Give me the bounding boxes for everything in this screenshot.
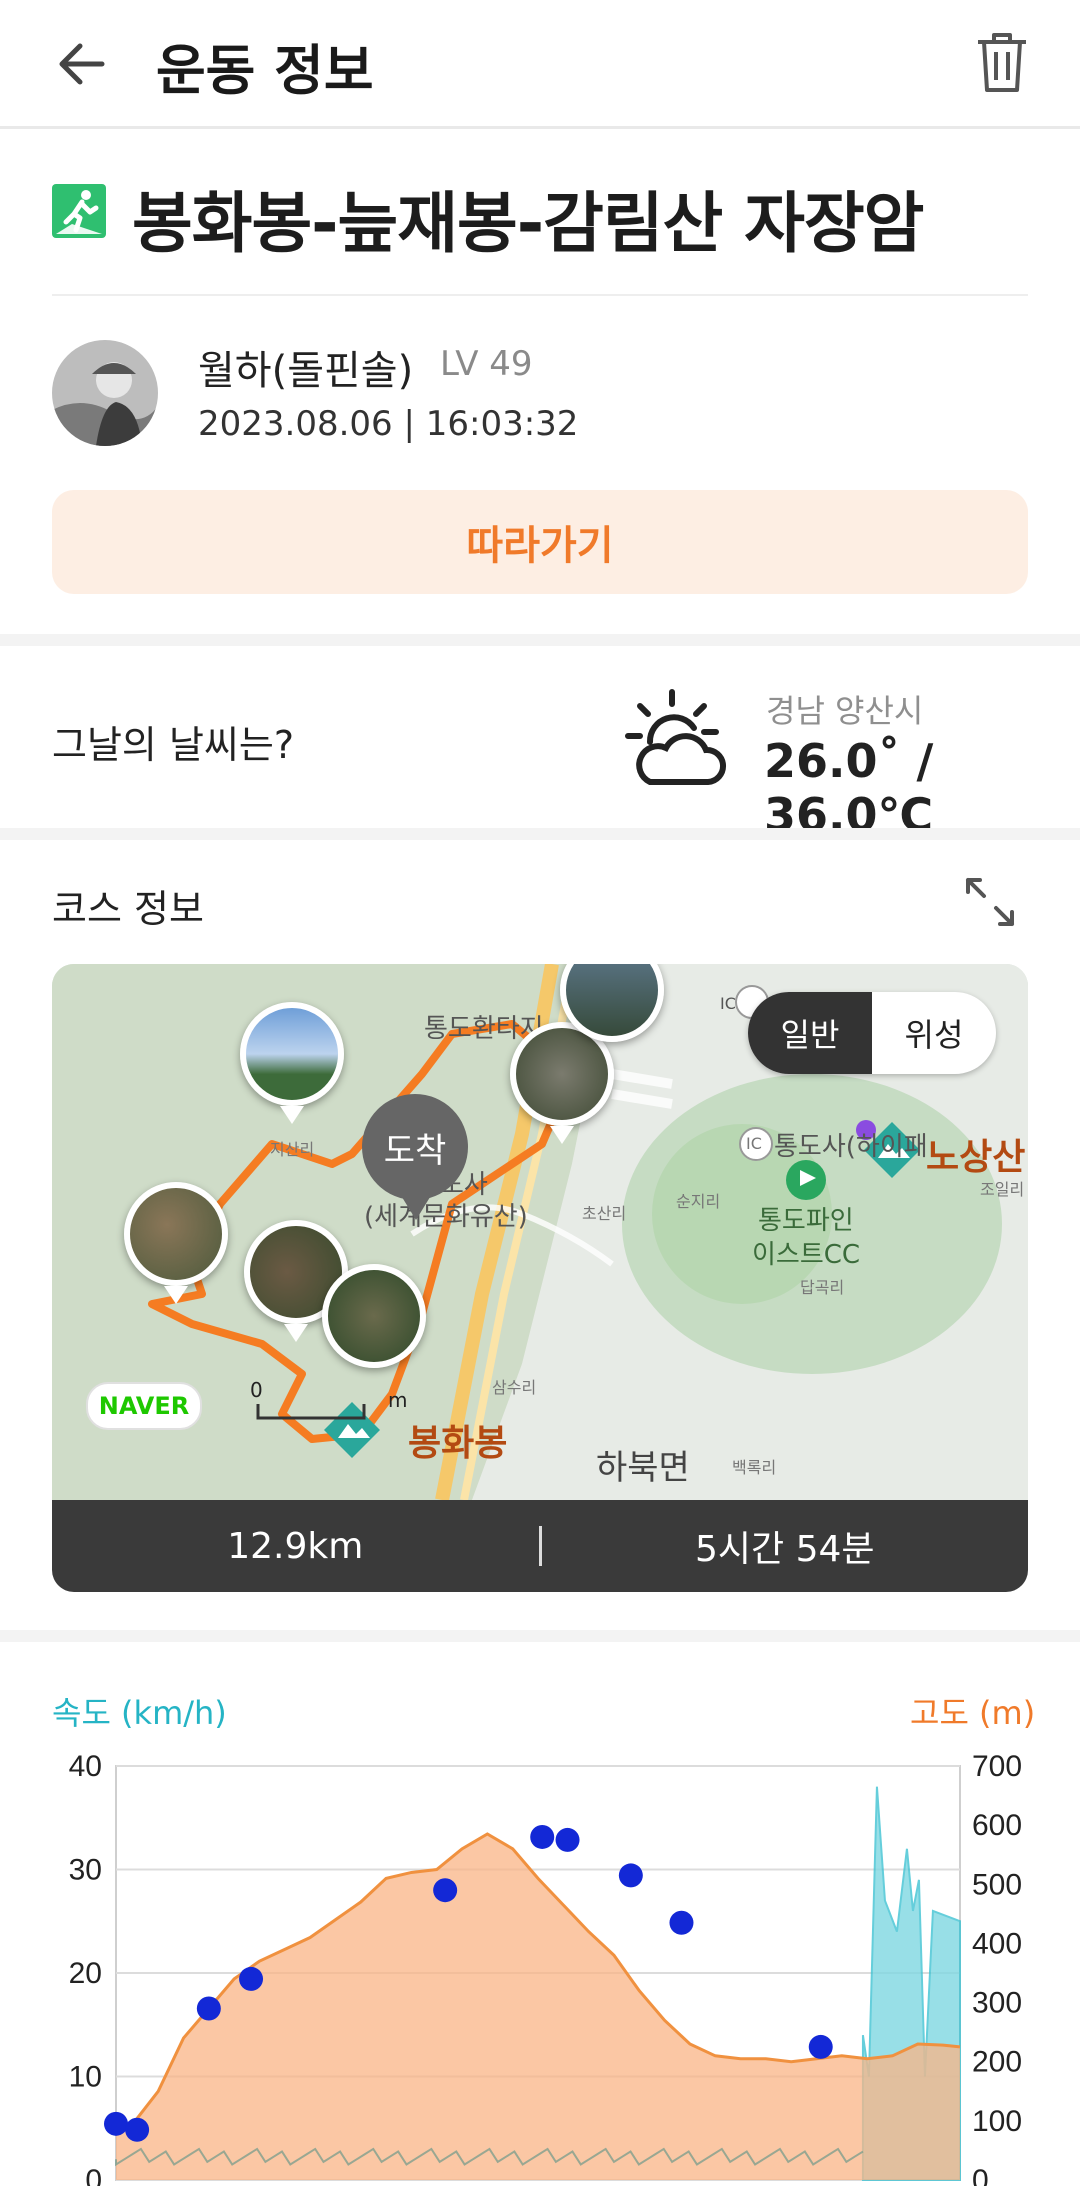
weather-question: 그날의 날씨는? [52,723,295,767]
photo-marker[interactable] [240,1002,344,1106]
app-bar: 운동 정보 [0,0,1080,129]
speed-tick-label: 40 [69,1750,102,1783]
course-section-title: 코스 정보 [52,887,204,931]
map-peak-label: 노상산 [926,1137,1026,1178]
map-label: 지산리 [270,1140,315,1159]
map-label: 답곡리 [800,1278,845,1297]
photo-marker-tail [284,1324,308,1342]
hiking-icon [52,184,106,238]
peak-label: 봉화봉 [408,1423,508,1464]
expand-icon[interactable] [964,876,1016,928]
duration-value: 5시간 54분 [694,1529,875,1570]
altitude-tick-label: 300 [972,1987,1022,2020]
photo-point [530,1824,555,1849]
avatar[interactable] [52,340,158,446]
speed-tick-label: 20 [69,1957,102,1990]
photo-point [618,1863,643,1888]
map-mode-toggle[interactable]: 일반 위성 [748,992,996,1074]
map-label: (세계문화유산) [364,1202,528,1232]
workout-datetime: 2023.08.06 | 16:03:32 [198,404,579,444]
map-label: 삼수리 [492,1378,537,1397]
photo-marker-tail [280,1106,304,1124]
follow-button[interactable]: 따라가기 [52,490,1028,594]
altitude-axis-label: 고도 (m) [910,1694,1036,1732]
map-mode-normal[interactable]: 일반 [748,992,872,1074]
photo-marker-tail [550,1126,574,1144]
distance-value: 12.9km [227,1525,364,1567]
map-label: 통도파인 [758,1206,854,1236]
speed-tick-label: 0 [85,2164,102,2186]
partly-cloudy-icon [625,689,726,785]
map-label: 순지리 [676,1192,721,1211]
user-level: LV 49 [440,344,533,384]
user-name[interactable]: 월하(돌핀솔) [198,338,413,396]
altitude-tick-label: 600 [972,1809,1022,1842]
altitude-tick-label: 200 [972,2046,1022,2079]
photo-point [239,1966,264,1991]
arrow-left-icon[interactable] [52,34,112,94]
altitude-tick-label: 700 [972,1750,1022,1783]
map-label: IC [746,1134,762,1153]
weather-location: 경남 양산시 [766,692,924,730]
route-title: 봉화봉-늪재봉-감림산 자장암 [132,185,924,262]
weather-temperature: 26.0˚ / 36.0℃ [764,734,934,842]
photo-point [555,1827,580,1852]
photo-point [808,2034,833,2059]
altitude-tick-label: 500 [972,1868,1022,1901]
map-label: 이스트CC [752,1240,861,1270]
scale-label: 0 [250,1378,263,1402]
photo-point [104,2111,128,2136]
speed-altitude-chart[interactable]: 0102030400100200300400500600700 [0,1740,1080,2186]
section-separator [0,634,1080,646]
photo-point [196,1996,221,2021]
map-label: 통도사(하이패 [774,1132,928,1162]
photo-point [669,1910,694,1935]
speed-tick-label: 30 [69,1854,102,1887]
photo-marker[interactable] [322,1264,426,1368]
altitude-tick-label: 0 [972,2164,989,2186]
photo-marker[interactable] [124,1182,228,1286]
trash-icon[interactable] [972,30,1032,96]
photo-point [433,1878,458,1903]
altitude-area [116,1834,960,2180]
map-mode-satellite[interactable]: 위성 [872,992,996,1074]
map-label: 조일리 [980,1180,1025,1199]
map-label: IC [720,994,736,1013]
photo-point [125,2117,150,2142]
course-stats-bar: 12.9km 5시간 54분 [52,1500,1028,1592]
naver-logo: NAVER [86,1382,202,1430]
map-label: 초산리 [582,1204,627,1223]
altitude-tick-label: 100 [972,2105,1022,2138]
page-title: 운동 정보 [156,39,374,102]
course-map[interactable]: 통도환타지 지산리 도사 (세계문화유산) 초산리 IC IC 통도사(하이패 … [52,964,1028,1500]
speed-axis-label: 속도 (km/h) [52,1694,227,1732]
map-label: 백록리 [732,1458,777,1477]
section-separator [0,1630,1080,1642]
divider [52,294,1028,296]
arrival-marker-tail [394,1184,438,1220]
altitude-tick-label: 400 [972,1927,1022,1960]
map-label: 하북면 [596,1448,690,1488]
scale-label: m [388,1388,408,1412]
speed-tick-label: 10 [69,2061,102,2094]
photo-marker-tail [164,1286,188,1304]
section-separator [0,828,1080,840]
